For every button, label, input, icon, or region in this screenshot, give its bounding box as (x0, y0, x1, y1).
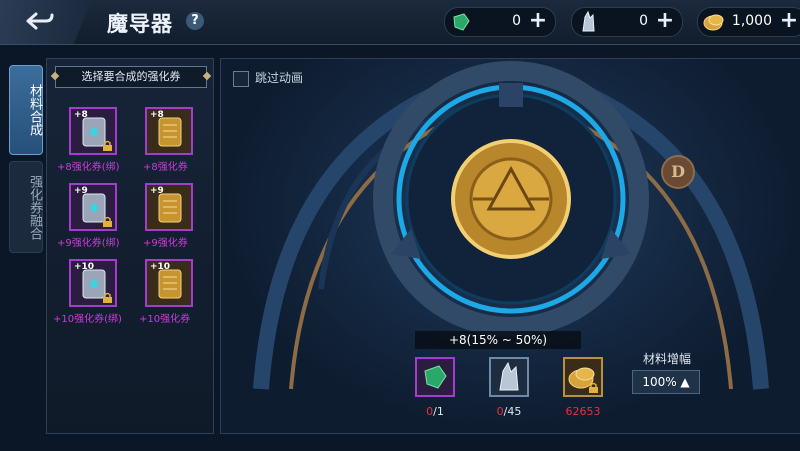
back-button[interactable] (0, 0, 92, 44)
side-tabs: 材料合成 强化券融合 (8, 65, 44, 253)
add-crystal-button[interactable]: + (652, 8, 678, 36)
material-have: 62653 (565, 405, 601, 418)
tab-material-synthesis[interactable]: 材料合成 (9, 65, 43, 155)
item-label: +9强化券 (143, 238, 188, 249)
gold-coin-icon (703, 14, 724, 31)
material-need: /1 (433, 405, 444, 418)
ticket-item[interactable]: +9 (145, 183, 193, 231)
ticket-item[interactable]: +9 (69, 183, 117, 231)
material-count: 0/45 (484, 405, 534, 418)
item-label: +10强化券(绑) (53, 314, 122, 325)
green-gem-icon (424, 365, 447, 389)
resource-green-gem: 0 + (444, 7, 556, 37)
item-label: +10强化券 (139, 314, 191, 325)
material-have: 0 (496, 405, 504, 418)
tab-ticket-fusion[interactable]: 强化券融合 (9, 161, 43, 253)
gold-scroll-icon (158, 269, 182, 299)
page-title: 魔导器 (107, 12, 173, 36)
material-slot[interactable] (489, 357, 529, 397)
green-gem-icon (453, 13, 470, 31)
material-slot[interactable] (415, 357, 455, 397)
item-label: +9强化券(绑) (57, 238, 120, 249)
resource-value: 1,000 (731, 13, 772, 29)
item-label: +8强化券(绑) (57, 162, 120, 173)
add-gold-button[interactable]: + (776, 8, 800, 36)
material-count: 0/1 (410, 405, 460, 418)
resource-value: 0 (639, 13, 648, 29)
ticket-item[interactable]: +10 (145, 259, 193, 307)
back-arrow-icon (26, 12, 54, 30)
ticket-item[interactable]: +8 (145, 107, 193, 155)
resource-crystal: 0 + (571, 7, 683, 37)
lock-icon (103, 140, 112, 151)
success-rate-label: +8(15% ~ 50%) (415, 331, 581, 349)
ticket-selection-panel: 选择要合成的强化券 +8 +8强化券(绑) +8 +8强化券 +9 +9强化券(… (46, 58, 214, 434)
resource-gold: 1,000 + (697, 7, 800, 37)
material-amplify-label: 材料增幅 (643, 352, 692, 366)
lock-icon (589, 382, 598, 393)
gold-scroll-icon (158, 117, 182, 147)
synthesis-area: 跳过动画 D +8(15% ~ 50%) 0/1 0/45 62653 材料增幅… (220, 58, 800, 434)
d-grade-badge: D (661, 155, 695, 189)
crystal-icon (499, 361, 519, 391)
resource-value: 0 (512, 13, 521, 29)
crystal-icon (582, 10, 595, 32)
lock-icon (103, 216, 112, 227)
lock-icon (103, 292, 112, 303)
top-bar: 魔导器 ? 0 + 0 + 1,000 + (0, 0, 800, 45)
material-count: 62653 (558, 405, 608, 418)
material-need: /45 (503, 405, 522, 418)
panel-title: 选择要合成的强化券 (55, 66, 207, 88)
gold-scroll-icon (158, 193, 182, 223)
material-amplify-dropdown[interactable]: 100% ▲ (632, 370, 700, 394)
material-slot[interactable] (563, 357, 603, 397)
ticket-item[interactable]: +8 (69, 107, 117, 155)
item-label: +8强化券 (143, 162, 188, 173)
ticket-item[interactable]: +10 (69, 259, 117, 307)
help-button[interactable]: ? (186, 12, 204, 30)
add-green-gem-button[interactable]: + (525, 8, 551, 36)
